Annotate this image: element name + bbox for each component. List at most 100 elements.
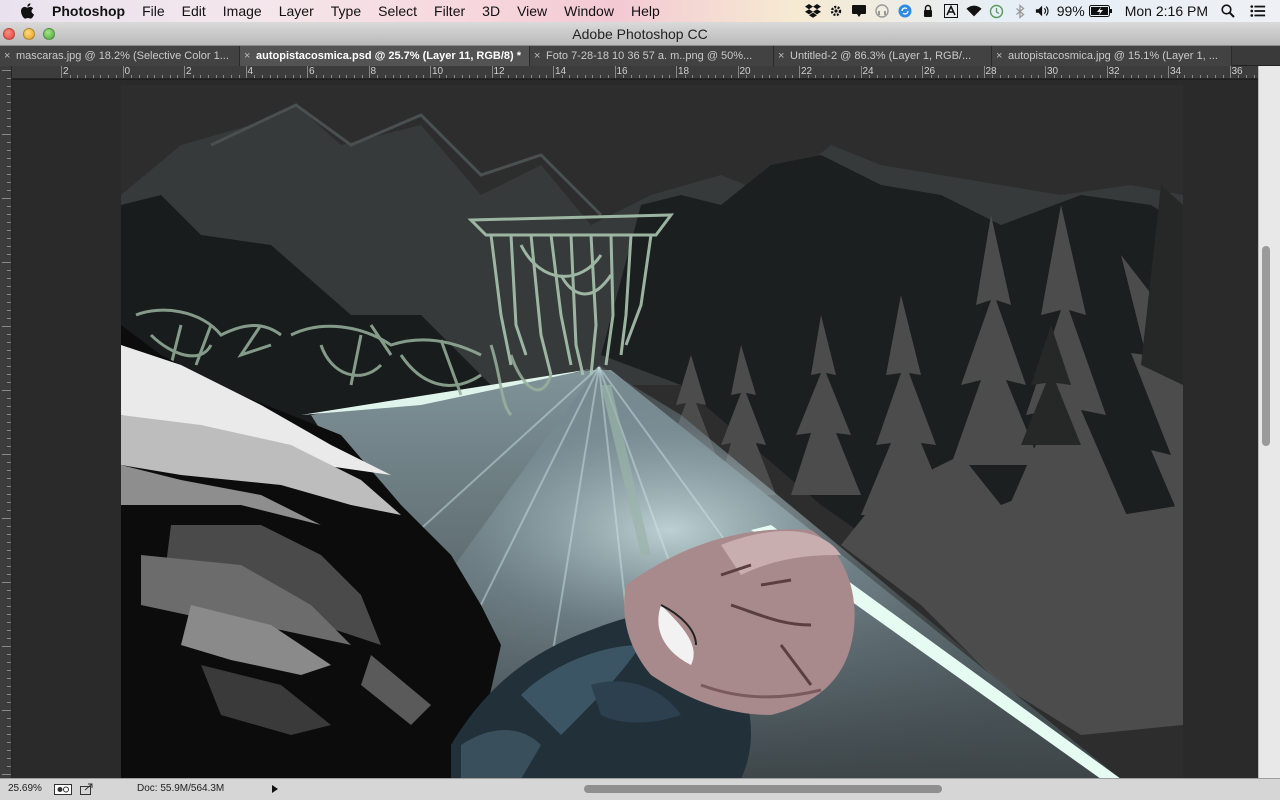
clock[interactable]: Mon 2:16 PM xyxy=(1125,3,1208,19)
document-tabs: × mascaras.jpg @ 18.2% (Selective Color … xyxy=(0,46,1280,66)
horizontal-scroll-thumb[interactable] xyxy=(584,785,942,793)
proof-setup-icon[interactable] xyxy=(54,782,72,796)
tab-untitled-2[interactable]: × Untitled-2 @ 86.3% (Layer 1, RGB/... xyxy=(774,46,992,66)
tab-label: autopistacosmica.psd @ 25.7% (Layer 11, … xyxy=(256,50,522,62)
ruler-minor-tick xyxy=(769,75,771,78)
ruler-label: 12 xyxy=(493,66,505,77)
battery-percent[interactable]: 99% xyxy=(1057,3,1085,19)
ruler-minor-tick xyxy=(653,75,655,78)
ruler-minor-tick xyxy=(377,75,379,78)
document-size-info[interactable]: Doc: 55.9M/564.3M xyxy=(137,783,224,794)
ruler-minor-tick xyxy=(715,75,717,78)
apple-logo-icon[interactable] xyxy=(18,2,36,20)
status-menu-arrow-icon[interactable] xyxy=(270,782,280,796)
ruler-minor-tick xyxy=(146,75,148,78)
ruler-minor-tick xyxy=(523,75,525,78)
ruler-minor-tick xyxy=(131,75,133,78)
menu-layer[interactable]: Layer xyxy=(279,3,314,19)
settings-icon[interactable] xyxy=(828,3,844,19)
menu-3d[interactable]: 3D xyxy=(482,3,500,19)
menu-type[interactable]: Type xyxy=(331,3,361,19)
close-tab-icon[interactable]: × xyxy=(778,46,784,66)
tab-autopistacosmica-psd[interactable]: × autopistacosmica.psd @ 25.7% (Layer 11… xyxy=(240,46,530,66)
tab-mascaras[interactable]: × mascaras.jpg @ 18.2% (Selective Color … xyxy=(0,46,240,66)
volume-icon[interactable] xyxy=(1035,3,1051,19)
close-tab-icon[interactable]: × xyxy=(996,46,1002,66)
ruler-minor-tick xyxy=(1076,75,1078,78)
ruler-tick xyxy=(61,66,62,78)
canvas-area[interactable] xyxy=(12,80,1258,778)
ruler-label: 30 xyxy=(1047,66,1059,77)
ruler-minor-tick xyxy=(223,75,225,78)
ruler-label: 18 xyxy=(678,66,690,77)
close-tab-icon[interactable]: × xyxy=(534,46,540,66)
status-bar: 25.69% Doc: 55.9M/564.3M xyxy=(0,778,1280,800)
ruler-tick xyxy=(2,390,11,391)
menu-filter[interactable]: Filter xyxy=(434,3,465,19)
wifi-icon[interactable] xyxy=(966,3,982,19)
ruler-minor-tick xyxy=(507,75,509,78)
ruler-minor-tick xyxy=(154,75,156,78)
horizontal-ruler[interactable]: 2 0 2 4 6 8 10 12 14 16 18 20 22 24 26 28 30 32 34 36 xyxy=(12,66,1258,79)
ruler-minor-tick xyxy=(100,75,102,78)
time-machine-icon[interactable] xyxy=(989,3,1005,19)
ruler-minor-tick xyxy=(500,75,502,78)
vertical-scrollbar[interactable] xyxy=(1258,66,1280,778)
ruler-minor-tick xyxy=(1084,75,1086,78)
ruler-minor-tick xyxy=(1022,75,1024,78)
tab-label: autopistacosmica.jpg @ 15.1% (Layer 1, .… xyxy=(1008,50,1218,62)
spotlight-search-icon[interactable] xyxy=(1220,3,1236,19)
keychain-icon[interactable] xyxy=(920,3,936,19)
ruler-minor-tick xyxy=(400,75,402,78)
window-controls xyxy=(3,28,63,40)
close-window-button[interactable] xyxy=(3,28,15,40)
close-tab-icon[interactable]: × xyxy=(244,46,250,66)
vertical-scroll-thumb[interactable] xyxy=(1262,246,1270,446)
ruler-minor-tick xyxy=(938,75,940,78)
ruler-minor-tick xyxy=(1222,75,1224,78)
ruler-minor-tick xyxy=(415,75,417,78)
notifications-icon[interactable] xyxy=(851,3,867,19)
ruler-minor-tick xyxy=(1199,75,1201,78)
ruler-minor-tick xyxy=(853,75,855,78)
sync-icon[interactable] xyxy=(897,3,913,19)
menu-image[interactable]: Image xyxy=(223,3,262,19)
ruler-minor-tick xyxy=(976,75,978,78)
ruler-tick xyxy=(2,646,11,647)
adobe-icon[interactable] xyxy=(943,3,959,19)
ruler-label: 26 xyxy=(924,66,936,77)
vertical-ruler[interactable] xyxy=(0,66,12,778)
bluetooth-icon[interactable] xyxy=(1012,3,1028,19)
minimize-window-button[interactable] xyxy=(23,28,35,40)
tab-autopistacosmica-jpg[interactable]: × autopistacosmica.jpg @ 15.1% (Layer 1,… xyxy=(992,46,1232,66)
headphones-icon[interactable] xyxy=(874,3,890,19)
ruler-minor-tick xyxy=(569,75,571,78)
ruler-minor-tick xyxy=(1015,75,1017,78)
battery-icon[interactable] xyxy=(1088,3,1113,19)
share-icon[interactable] xyxy=(78,782,96,796)
ruler-minor-tick xyxy=(1192,75,1194,78)
zoom-level[interactable]: 25.69% xyxy=(8,783,42,794)
menu-file[interactable]: File xyxy=(142,3,165,19)
menu-photoshop[interactable]: Photoshop xyxy=(52,3,125,19)
ruler-label: 28 xyxy=(985,66,997,77)
ruler-minor-tick xyxy=(946,75,948,78)
ruler-minor-tick xyxy=(338,75,340,78)
document-canvas[interactable] xyxy=(121,85,1183,778)
menu-select[interactable]: Select xyxy=(378,3,417,19)
menu-edit[interactable]: Edit xyxy=(182,3,206,19)
ruler-minor-tick xyxy=(192,75,194,78)
ruler-minor-tick xyxy=(730,75,732,78)
tab-label: Untitled-2 @ 86.3% (Layer 1, RGB/... xyxy=(790,50,972,62)
tab-foto[interactable]: × Foto 7-28-18 10 36 57 a. m..png @ 50%.… xyxy=(530,46,774,66)
zoom-window-button[interactable] xyxy=(43,28,55,40)
ruler-tick xyxy=(614,66,616,78)
notification-center-icon[interactable] xyxy=(1250,3,1266,19)
menu-view[interactable]: View xyxy=(517,3,547,19)
menu-window[interactable]: Window xyxy=(564,3,614,19)
ruler-label: 2 xyxy=(186,66,192,77)
close-tab-icon[interactable]: × xyxy=(4,46,10,66)
dropbox-icon[interactable] xyxy=(804,3,821,19)
ruler-minor-tick xyxy=(1215,75,1217,78)
menu-help[interactable]: Help xyxy=(631,3,660,19)
